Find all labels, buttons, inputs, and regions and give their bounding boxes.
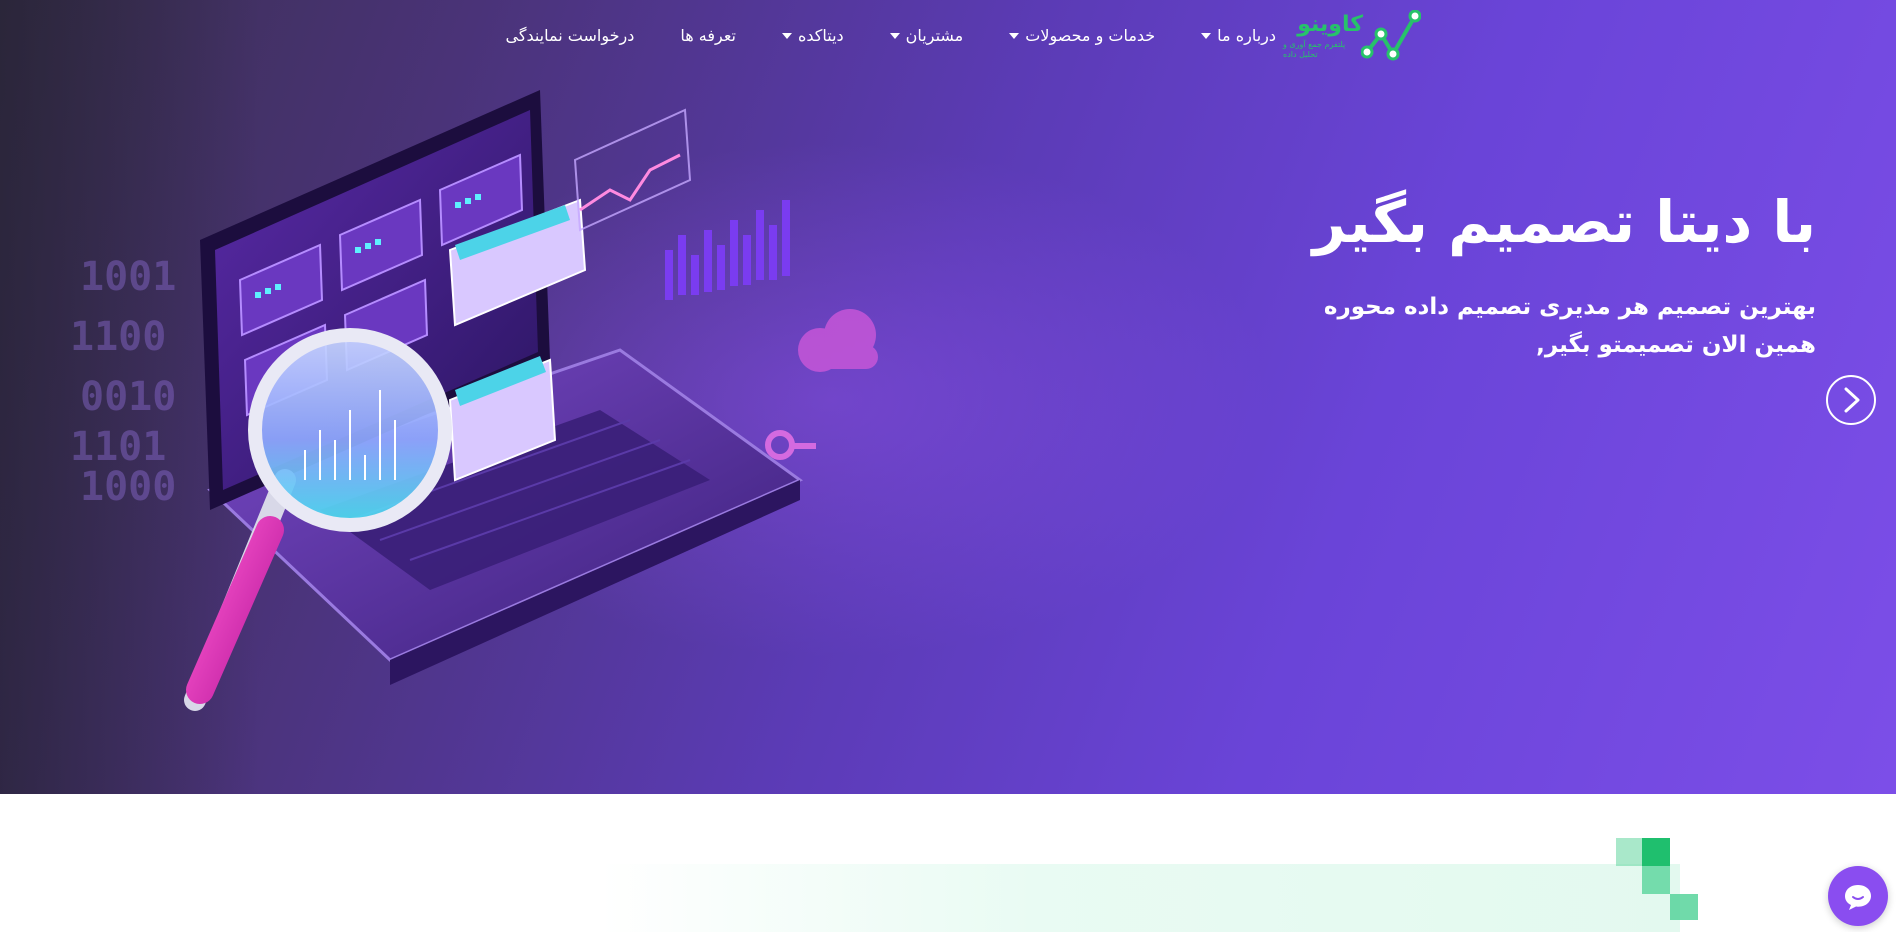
hero-banner: 1001 1100 0010 1101 1000 [0, 0, 1896, 794]
section-background-strip [600, 864, 1680, 932]
caret-down-icon [781, 32, 792, 39]
nav-item-services[interactable]: خدمات و محصولات [1009, 22, 1155, 49]
hero-subtitle-line-2: همین الان تصمیمتو بگیر, [1536, 332, 1816, 358]
caret-down-icon [1009, 32, 1020, 39]
nav-item-label: درخواست نمایندگی [505, 26, 635, 45]
hero-subtitle-line-1: بهترین تصمیم هر مدیری تصمیم داده محوره [1323, 294, 1816, 320]
nav-item-label: خدمات و محصولات [1025, 26, 1156, 45]
decorative-square [1642, 866, 1670, 894]
chevron-right-icon [1844, 387, 1860, 413]
decorative-square [1670, 894, 1698, 920]
nav-item-agency-request[interactable]: درخواست نمایندگی [505, 22, 634, 49]
nav-menu: درباره ما خدمات و محصولات مشتریان دیتاکد… [459, 22, 1276, 49]
binary-text: 1001 [80, 254, 176, 300]
laptop-data-illustration: 1001 1100 0010 1101 1000 [70, 90, 878, 711]
decorative-square [1642, 838, 1670, 866]
brand-tagline: پلتفرم جمع آوری و تحلیل داده [1283, 40, 1346, 59]
nav-item-datakadeh[interactable]: دیتاکده [781, 22, 844, 49]
brand-name: کاوینو [1297, 12, 1363, 37]
nav-item-label: دیتاکده [797, 26, 844, 45]
binary-text: 1000 [80, 464, 176, 510]
nav-item-label: درباره ما [1217, 26, 1276, 45]
nav-item-label: تعرفه ها [680, 26, 736, 45]
caret-down-icon [889, 32, 900, 39]
hero-subtitle: بهترین تصمیم هر مدیری تصمیم داده محوره ه… [1296, 288, 1816, 364]
brand-logo[interactable]: کاوینو پلتفرم جمع آوری و تحلیل داده [1281, 10, 1421, 66]
nav-item-about[interactable]: درباره ما [1201, 22, 1276, 49]
caret-down-icon [1201, 32, 1212, 39]
line-chart-logo-icon [1361, 10, 1421, 61]
binary-text: 1100 [70, 314, 166, 360]
top-navbar: کاوینو پلتفرم جمع آوری و تحلیل داده دربا… [0, 0, 1896, 74]
chat-bubble-icon [1845, 885, 1871, 910]
nav-item-customers[interactable]: مشتریان [889, 22, 964, 49]
slider-next-button[interactable] [1826, 375, 1876, 425]
decorative-square [1616, 838, 1644, 866]
binary-text: 0010 [80, 374, 176, 420]
chat-widget-button[interactable] [1828, 866, 1888, 926]
nav-item-pricing[interactable]: تعرفه ها [680, 22, 736, 49]
nav-item-label: مشتریان [905, 26, 964, 45]
hero-title: با دیتا تصمیم بگیر [1312, 188, 1816, 256]
